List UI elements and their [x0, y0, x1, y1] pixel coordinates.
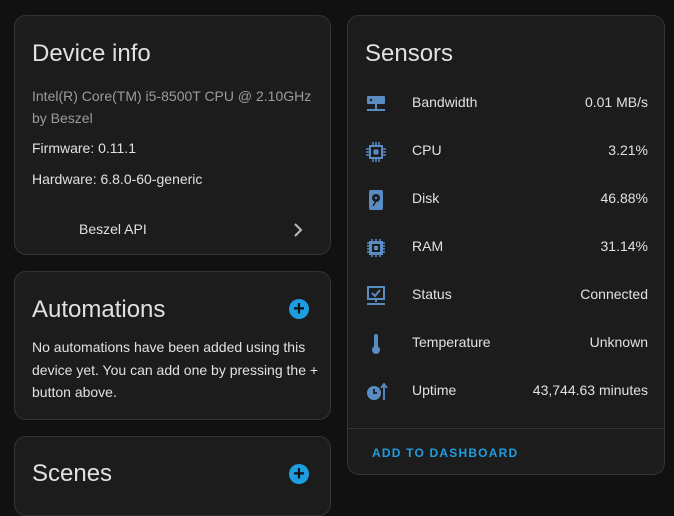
- automations-card: Automations + No automations have been a…: [14, 271, 331, 420]
- sensor-value: 31.14%: [600, 238, 648, 254]
- sensor-value: Unknown: [589, 334, 648, 350]
- sensors-title: Sensors: [365, 40, 454, 67]
- sensor-name: Temperature: [412, 334, 491, 350]
- sensors-card: Sensors Bandwidth 0.01 MB/s CPU 3.21% Di…: [347, 15, 665, 475]
- sensor-row-temperature[interactable]: Temperature Unknown: [348, 320, 664, 368]
- device-model: Intel(R) Core(TM) i5-8500T CPU @ 2.10GHz: [32, 88, 312, 104]
- sensor-row-status[interactable]: Status Connected: [348, 272, 664, 320]
- automations-description-2: device yet. You can add one by pressing …: [32, 362, 319, 378]
- device-manufacturer: by Beszel: [32, 110, 93, 126]
- sensor-name: Status: [412, 286, 452, 302]
- memory-icon: [367, 239, 385, 257]
- sensor-name: Uptime: [412, 382, 457, 398]
- device-firmware: Firmware: 0.11.1: [32, 140, 136, 156]
- clock-arrow-icon: [367, 382, 388, 400]
- sensor-row-bandwidth[interactable]: Bandwidth 0.01 MB/s: [348, 80, 664, 128]
- sensor-row-ram[interactable]: RAM 31.14%: [348, 224, 664, 272]
- sensor-value: 46.88%: [600, 190, 648, 206]
- sensor-value: 0.01 MB/s: [584, 94, 648, 110]
- sensor-row-disk[interactable]: Disk 46.88%: [348, 176, 664, 224]
- card-actions-divider: [348, 428, 664, 429]
- automations-description-1: No automations have been added using thi…: [32, 339, 306, 355]
- add-automation-button[interactable]: +: [289, 299, 309, 319]
- sensor-row-uptime[interactable]: Uptime 43,744.63 minutes: [348, 368, 664, 416]
- scenes-title: Scenes: [32, 460, 113, 487]
- sensor-value: 3.21%: [608, 142, 648, 158]
- sensor-value: Connected: [580, 286, 648, 302]
- beszel-api-link[interactable]: Beszel API: [15, 212, 330, 246]
- scenes-card: Scenes +: [14, 436, 331, 516]
- sensor-name: Bandwidth: [412, 94, 478, 110]
- sensor-row-cpu[interactable]: CPU 3.21%: [348, 128, 664, 176]
- sensor-value: 43,744.63 minutes: [532, 382, 648, 398]
- sensor-name: CPU: [412, 142, 442, 158]
- add-scene-button[interactable]: +: [289, 464, 309, 484]
- sensor-name: Disk: [412, 190, 440, 206]
- sensor-name: RAM: [412, 238, 444, 254]
- device-info-title: Device info: [32, 40, 151, 67]
- server-network-icon: [367, 96, 385, 111]
- harddisk-icon: [369, 190, 383, 210]
- device-hardware: Hardware: 6.8.0-60-generic: [32, 171, 203, 187]
- thermometer-icon: [372, 334, 380, 354]
- chevron-right-icon: [294, 223, 303, 237]
- automations-description-3: button above.: [32, 384, 117, 400]
- monitor-check-icon: [367, 286, 385, 305]
- automations-title: Automations: [32, 296, 166, 323]
- add-to-dashboard-button[interactable]: ADD TO DASHBOARD: [372, 446, 518, 460]
- cpu-icon: [366, 142, 386, 162]
- device-info-card: Device info Intel(R) Core(TM) i5-8500T C…: [14, 15, 331, 255]
- beszel-api-label: Beszel API: [79, 221, 147, 237]
